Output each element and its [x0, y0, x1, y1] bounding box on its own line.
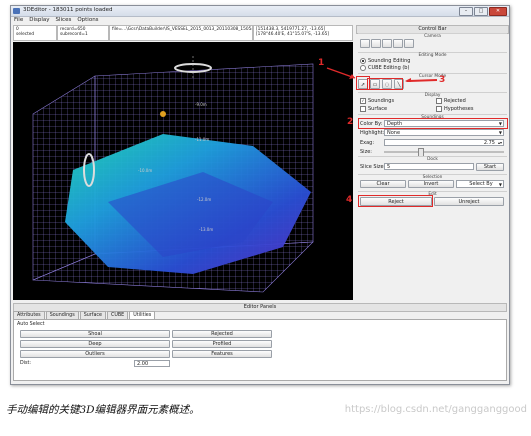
surface-label: Surface [368, 106, 388, 112]
menu-display[interactable]: Display [29, 17, 49, 23]
rejected-option[interactable]: Rejected [436, 98, 466, 104]
slice-size-input[interactable]: 5 [384, 163, 474, 170]
dist-label: Dist: [20, 361, 32, 366]
highlight-select[interactable]: None ▼ [384, 129, 504, 136]
tab-soundings[interactable]: Soundings [45, 311, 79, 319]
selection-count: 0 selected [13, 25, 57, 41]
section-dock: Dock [358, 156, 507, 162]
shoal-button[interactable]: Shoal [20, 330, 170, 338]
watermark: https://blog.csdn.net/gangganggood [344, 404, 527, 415]
menu-file[interactable]: File [14, 17, 23, 23]
utilities-panel: Auto Select Shoal Rejected Deep Profiled… [13, 319, 507, 381]
spin-arrows-icon[interactable]: ▴▾ [498, 140, 502, 145]
size-label: Size: [360, 149, 372, 155]
depth-label-1: -9.0m [195, 102, 207, 107]
slice-size-label: Slice Size: [360, 164, 386, 170]
camera-pan-icon[interactable] [382, 39, 392, 48]
select-by-dropdown[interactable]: Select By ▼ [456, 180, 504, 188]
callout-number-2: 2 [347, 117, 354, 127]
clear-button[interactable]: Clear [360, 180, 406, 188]
depth-label-2: -10.0m [138, 168, 153, 173]
unreject-button[interactable]: Unreject [434, 197, 504, 206]
size-slider-track[interactable] [384, 151, 504, 153]
auto-select-label: Auto Select [17, 322, 45, 327]
tab-cube[interactable]: CUBE [107, 311, 129, 319]
start-button[interactable]: Start [476, 163, 504, 171]
figure-caption: 手动编辑的关键3D编辑器界面元素概述。 [6, 404, 200, 416]
menu-slices[interactable]: Slices [56, 17, 72, 23]
checkbox-hypotheses[interactable] [436, 106, 442, 112]
depth-label-3: -11.0m [195, 137, 210, 142]
camera-rotate-icon[interactable] [371, 39, 381, 48]
depth-label-5: -13.0m [199, 227, 214, 232]
exag-label: Exag: [360, 140, 375, 146]
minimize-button[interactable]: – [459, 7, 473, 16]
highlight-value: None [387, 130, 401, 136]
select-by-label: Select By [469, 181, 493, 187]
highlight-label: Highlight: [360, 130, 385, 136]
app-window: 3DEditor - 183011 points loaded – □ ✕ Fi… [10, 5, 510, 385]
exag-value: 2.75 [483, 140, 495, 146]
coordinate-readout: [151438.3, 5419771.27, -13.65] [178°46.4… [253, 25, 353, 41]
callout-box-color-by [358, 118, 508, 129]
app-icon [13, 8, 20, 14]
depth-label-4: -12.0m [197, 197, 212, 202]
deep-button[interactable]: Deep [20, 340, 170, 348]
checkbox-surface[interactable] [360, 106, 366, 112]
profiled-button[interactable]: Profiled [172, 340, 272, 348]
surface-option[interactable]: Surface [360, 106, 387, 112]
editor-panels: Editor Panels Attributes Soundings Surfa… [13, 303, 507, 383]
checkbox-soundings[interactable]: ✓ [360, 98, 366, 104]
invert-button[interactable]: Invert [408, 180, 454, 188]
close-button[interactable]: ✕ [489, 7, 507, 16]
callout-number-4: 4 [346, 195, 353, 205]
soundings-label: Soundings [368, 98, 395, 104]
camera-zoom-icon[interactable] [393, 39, 403, 48]
maximize-button[interactable]: □ [474, 7, 488, 16]
rejected-button[interactable]: Rejected [172, 330, 272, 338]
editor-tabs: Attributes Soundings Surface CUBE Utilit… [13, 311, 156, 319]
rejected-label: Rejected [444, 98, 466, 104]
exag-spinbox[interactable]: 2.75 ▴▾ [384, 139, 504, 146]
window-title: 3DEditor - 183011 points loaded [23, 7, 113, 13]
outliers-button[interactable]: Outliers [20, 350, 170, 358]
chevron-down-icon: ▼ [498, 130, 502, 135]
chevron-down-icon: ▼ [498, 182, 502, 187]
slice-size-value: 5 [387, 164, 391, 170]
callout-box-reject [358, 195, 433, 207]
dist-value: 2.00 [137, 361, 149, 367]
features-button[interactable]: Features [172, 350, 272, 358]
tab-utilities[interactable]: Utilities [129, 311, 156, 319]
3d-view[interactable]: -9.0m -10.0m -11.0m -12.0m -13.0m [13, 42, 353, 300]
camera-reset-icon[interactable] [404, 39, 414, 48]
soundings-option[interactable]: ✓ Soundings [360, 98, 394, 104]
file-info: file=...\Gcsr\DataBuilder\IS_VESSEL_2015… [109, 25, 253, 41]
menu-options[interactable]: Options [77, 17, 98, 23]
hypotheses-option[interactable]: Hypotheses [436, 106, 473, 112]
callout-arrows [326, 67, 438, 82]
target-marker [160, 111, 166, 117]
menu-bar: File Display Slices Options [11, 16, 509, 24]
3d-scene[interactable] [13, 42, 353, 300]
record-info: record=650 subrecord=1 [57, 25, 109, 41]
info-bar: 0 selected record=650 subrecord=1 file=.… [13, 25, 353, 41]
tab-surface[interactable]: Surface [79, 311, 106, 319]
checkbox-rejected[interactable] [436, 98, 442, 104]
hypotheses-label: Hypotheses [444, 106, 474, 112]
camera-icon[interactable] [360, 39, 370, 48]
camera-toolbar [360, 39, 414, 48]
tab-attributes[interactable]: Attributes [13, 311, 45, 319]
dist-input[interactable]: 2.00 [134, 360, 170, 367]
